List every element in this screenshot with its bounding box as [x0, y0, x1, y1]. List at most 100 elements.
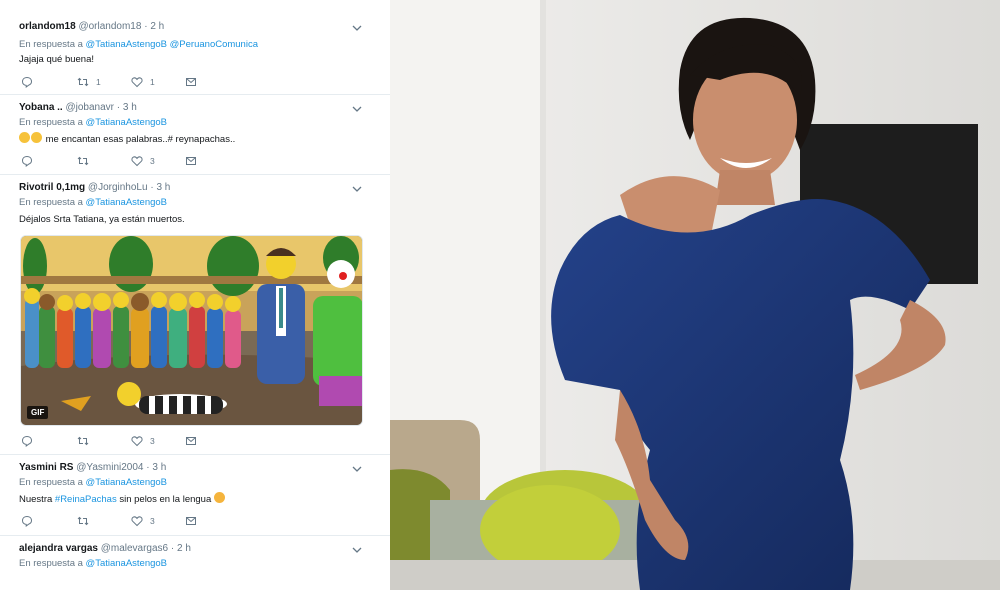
gif-badge: GIF [27, 406, 49, 419]
woman-photo [390, 0, 1000, 590]
tweet-actions: 3 [19, 434, 359, 448]
reply-prefix: En respuesta a [19, 117, 83, 128]
direct-message-button[interactable] [185, 434, 197, 448]
like-count: 3 [150, 156, 155, 166]
like-count: 3 [150, 436, 155, 446]
tweet[interactable]: Yasmini RS @Yasmini2004 · 3 h En respues… [0, 455, 390, 536]
tweet-header: alejandra vargas @malevargas6 · 2 h [19, 541, 191, 557]
reply-button[interactable] [21, 154, 33, 168]
chevron-down-icon[interactable] [352, 464, 362, 474]
author-name[interactable]: Yobana .. [19, 102, 63, 113]
laughing-emoji-icon [19, 132, 30, 143]
tweet-header: Yobana .. @jobanavr · 3 h [19, 100, 137, 116]
woman-in-blue-dress-image [390, 0, 1000, 590]
retweet-count: 1 [96, 77, 101, 87]
tweet-feed: orlandom18 @orlandom18 · 2 h En respuest… [0, 0, 390, 590]
tweet[interactable]: orlandom18 @orlandom18 · 2 h En respuest… [0, 0, 390, 95]
tweet-header: Yasmini RS @Yasmini2004 · 3 h [19, 460, 166, 476]
author-handle[interactable]: @jobanavr [66, 102, 115, 113]
retweet-button[interactable] [77, 434, 89, 448]
reply-prefix: En respuesta a [19, 477, 83, 488]
gif-media[interactable]: GIF [20, 235, 363, 426]
tweet-actions: 3 [19, 154, 359, 168]
chevron-down-icon[interactable] [352, 104, 362, 114]
like-button[interactable]: 3 [131, 154, 155, 168]
author-name[interactable]: Rivotril 0,1mg [19, 182, 85, 193]
reply-icon [21, 155, 33, 167]
author-handle[interactable]: @orlandom18 [78, 21, 141, 32]
tweet-time[interactable]: · 2 h [144, 21, 164, 32]
retweet-button[interactable] [77, 514, 89, 528]
mention-link[interactable]: @TatianaAstengoB [86, 117, 167, 128]
reply-context: En respuesta a @TatianaAstengoB [19, 196, 167, 210]
heart-icon [131, 77, 143, 88]
author-name[interactable]: alejandra vargas [19, 543, 98, 554]
direct-message-button[interactable] [185, 75, 197, 89]
reply-context: En respuesta a @TatianaAstengoB @Peruano… [19, 38, 258, 52]
author-name[interactable]: Yasmini RS [19, 462, 73, 473]
tweet-text: Déjalos Srta Tatiana, ya están muertos. [19, 214, 185, 225]
author-handle[interactable]: @JorginhoLu [88, 182, 148, 193]
cartoon-gif-image [21, 236, 362, 425]
like-button[interactable]: 3 [131, 434, 155, 448]
chevron-down-icon[interactable] [352, 545, 362, 555]
retweet-button[interactable] [77, 154, 89, 168]
retweet-icon [77, 436, 89, 446]
tweet-text-suffix: sin pelos en la lengua [119, 494, 212, 505]
kiss-emoji-icon [213, 492, 225, 503]
reply-button[interactable] [21, 434, 33, 448]
reply-prefix: En respuesta a [19, 558, 83, 569]
chevron-down-icon[interactable] [352, 184, 362, 194]
mention-link[interactable]: @TatianaAstengoB @PeruanoComunica [86, 39, 258, 50]
envelope-icon [186, 437, 196, 445]
reply-context: En respuesta a @TatianaAstengoB [19, 116, 167, 130]
tweet-time[interactable]: · 2 h [171, 543, 191, 554]
tweet-time[interactable]: · 3 h [150, 182, 170, 193]
reply-icon [21, 435, 33, 447]
tweet-text: me encantan esas palabras..# reynapachas… [19, 132, 235, 146]
like-button[interactable]: 3 [131, 514, 155, 528]
reply-icon [21, 515, 33, 527]
tweet[interactable]: Yobana .. @jobanavr · 3 h En respuesta a… [0, 95, 390, 175]
tweet-text-prefix: Nuestra [19, 494, 53, 505]
retweet-icon [77, 156, 89, 166]
envelope-icon [186, 157, 196, 165]
envelope-icon [186, 78, 196, 86]
author-handle[interactable]: @Yasmini2004 [76, 462, 143, 473]
reply-prefix: En respuesta a [19, 39, 83, 50]
heart-icon [131, 156, 143, 167]
direct-message-button[interactable] [185, 514, 197, 528]
retweet-icon [77, 516, 89, 526]
tweet-time[interactable]: · 3 h [117, 102, 137, 113]
author-handle[interactable]: @malevargas6 [101, 543, 168, 554]
reply-button[interactable] [21, 514, 33, 528]
retweet-button[interactable]: 1 [77, 75, 101, 89]
like-button[interactable]: 1 [131, 75, 155, 89]
retweet-icon [77, 77, 89, 87]
reply-prefix: En respuesta a [19, 197, 83, 208]
envelope-icon [186, 517, 196, 525]
mention-link[interactable]: @TatianaAstengoB [86, 477, 167, 488]
tweet-actions: 1 1 [19, 75, 359, 89]
tweet-text: Jajaja qué buena! [19, 54, 95, 65]
like-count: 3 [150, 516, 155, 526]
reply-context: En respuesta a @TatianaAstengoB [19, 557, 167, 571]
direct-message-button[interactable] [185, 154, 197, 168]
reply-context: En respuesta a @TatianaAstengoB [19, 476, 167, 490]
tweet-actions: 3 [19, 514, 359, 528]
author-name[interactable]: orlandom18 [19, 21, 76, 32]
mention-link[interactable]: @TatianaAstengoB [86, 197, 167, 208]
heart-icon [131, 516, 143, 527]
tweet[interactable]: alejandra vargas @malevargas6 · 2 h En r… [0, 536, 390, 590]
chevron-down-icon[interactable] [352, 23, 362, 33]
reply-icon [21, 76, 33, 88]
tweet-time[interactable]: · 3 h [146, 462, 166, 473]
tweet-text-body: me encantan esas palabras..# reynapachas… [45, 134, 236, 145]
mention-link[interactable]: @TatianaAstengoB [86, 558, 167, 569]
heart-icon [131, 436, 143, 447]
tweet-header: orlandom18 @orlandom18 · 2 h [19, 19, 164, 35]
hashtag-link[interactable]: #ReinaPachas [55, 494, 117, 505]
reply-button[interactable] [21, 75, 33, 89]
tweet-text: Nuestra #ReinaPachas sin pelos en la len… [19, 492, 226, 506]
like-count: 1 [150, 77, 155, 87]
